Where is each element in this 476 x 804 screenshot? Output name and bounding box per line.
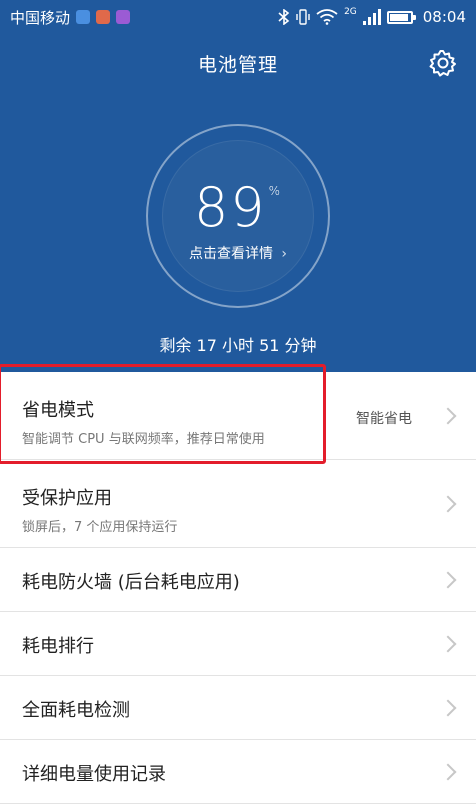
details-link-label: 点击查看详情 [188, 246, 273, 262]
chevron-right-icon [439, 635, 457, 652]
list-item-subtitle: 锁屏后，7 个应用保持运行 [22, 520, 178, 535]
status-left: 中国移动 [10, 7, 131, 28]
app-notification-icon [96, 10, 111, 24]
chevron-right-icon: › [281, 246, 288, 262]
bluetooth-icon [278, 9, 290, 25]
list-item-protected-apps[interactable]: 受保护应用 锁屏后，7 个应用保持运行 [0, 460, 476, 548]
signal-icon [362, 9, 381, 25]
vibrate-icon [296, 9, 310, 25]
gear-icon[interactable] [428, 48, 458, 78]
page-title: 电池管理 [197, 54, 278, 76]
power-mode-value: 智能省电 [356, 411, 412, 427]
wifi-icon [316, 9, 338, 25]
list-item-title: 全面耗电检测 [22, 700, 130, 721]
chevron-right-icon [439, 763, 457, 780]
highlight-box [0, 364, 326, 464]
list-item-full-check[interactable]: 全面耗电检测 [0, 676, 476, 740]
chevron-right-icon [439, 407, 457, 424]
percent-sign: % [268, 184, 283, 198]
chevron-right-icon [439, 699, 457, 716]
status-right: 2G 08:04 [278, 7, 466, 26]
battery-percentage: 89% [0, 176, 476, 239]
chevron-right-icon [439, 495, 457, 512]
network-type: 2G [344, 7, 357, 17]
list-item-title: 耗电排行 [22, 636, 94, 657]
chevron-right-icon [439, 571, 457, 588]
gallery-notification-icon [116, 10, 131, 24]
list-item-power-firewall[interactable]: 耗电防火墙 (后台耗电应用) [0, 548, 476, 612]
list-item-title: 受保护应用 [22, 488, 112, 509]
battery-icon [386, 10, 416, 24]
list-item-title: 耗电防火墙 (后台耗电应用) [22, 572, 240, 593]
clock: 08:04 [422, 8, 466, 26]
details-link[interactable]: 点击查看详情 › [0, 243, 476, 263]
list-item-power-ranking[interactable]: 耗电排行 [0, 612, 476, 676]
battery-percent-value: 89 [193, 176, 267, 239]
battery-level-fill [389, 13, 408, 21]
status-bar: 中国移动 2G 08:04 [0, 0, 476, 34]
remaining-time: 剩余 17 小时 51 分钟 [159, 336, 317, 355]
notification-icon [76, 10, 91, 24]
list-item-usage-history[interactable]: 详细电量使用记录 [0, 740, 476, 804]
list-item-title: 详细电量使用记录 [22, 764, 166, 785]
battery-header: 中国移动 2G 08:04 电池管理 89 % 点击查看详情 › 剩余 17 小… [0, 0, 476, 372]
carrier-name: 中国移动 [10, 8, 71, 27]
